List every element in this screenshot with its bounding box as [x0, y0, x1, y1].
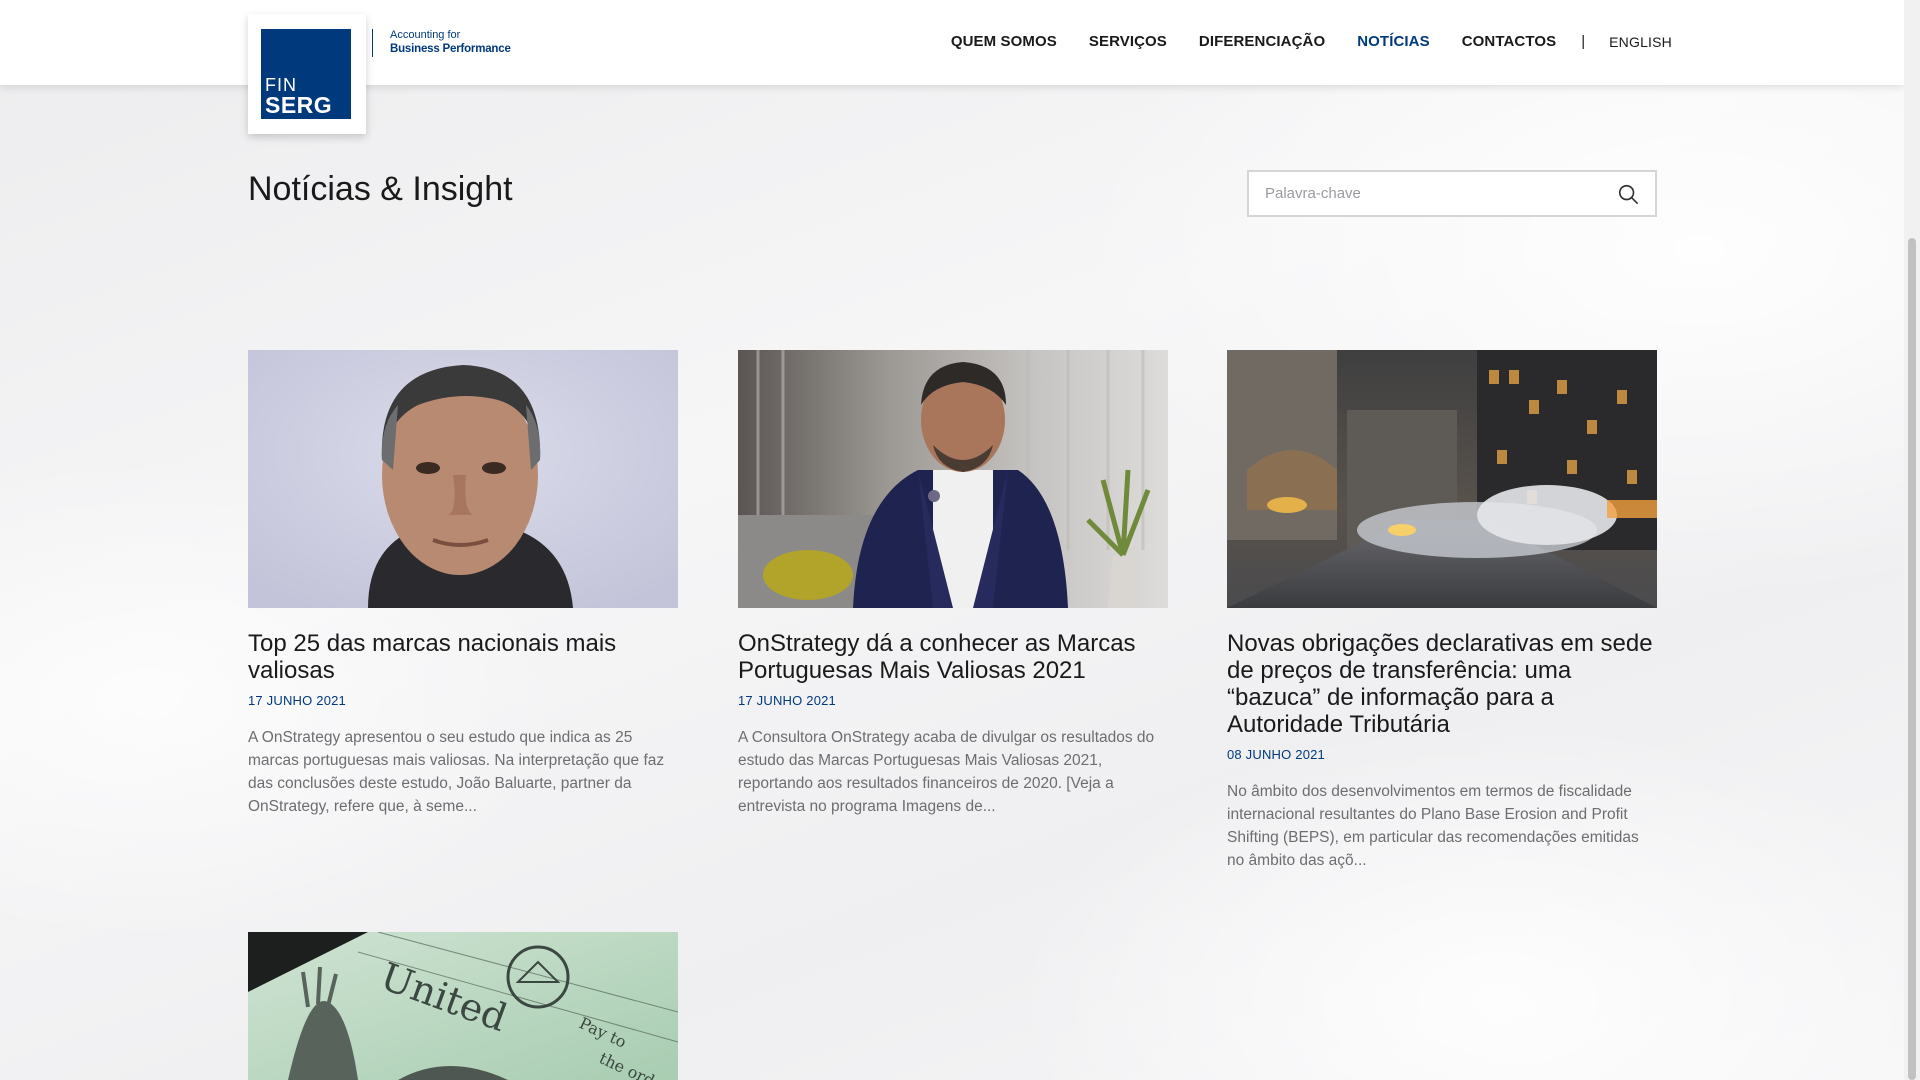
scrollbar-thumb[interactable] — [1908, 238, 1916, 1080]
article-image[interactable] — [738, 350, 1168, 608]
page-scrollbar[interactable] — [1904, 0, 1920, 1080]
article-excerpt: A OnStrategy apresentou o seu estudo que… — [248, 729, 665, 815]
brand-tagline: Accounting for Business Performance — [372, 29, 511, 57]
page-title: Notícias & Insight — [248, 170, 513, 208]
article-image[interactable] — [1227, 350, 1657, 608]
nav-item-contactos[interactable]: CONTACTOS — [1462, 33, 1557, 50]
main-nav: QUEM SOMOS SERVIÇOS DIFERENCIAÇÃO NOTÍCI… — [919, 33, 1672, 50]
article-image[interactable] — [248, 350, 678, 608]
article-date: 17 JUNHO 2021 — [248, 693, 346, 708]
tagline-line2: Business Performance — [390, 43, 511, 55]
article-card[interactable]: Novas obrigações declarativas em sede de… — [1227, 350, 1657, 872]
language-switch[interactable]: ENGLISH — [1609, 34, 1672, 50]
nav-item-servicos[interactable]: SERVIÇOS — [1089, 33, 1167, 50]
article-date: 08 JUNHO 2021 — [1227, 747, 1325, 762]
main-content: Notícias & Insight Palavra-chave Top 25 … — [0, 0, 1920, 1080]
article-image[interactable]: United Pay to the order of — [248, 932, 678, 1080]
nav-item-noticias[interactable]: NOTÍCIAS — [1357, 33, 1429, 50]
article-excerpt: A Consultora OnStrategy acaba de divulga… — [738, 729, 1155, 815]
article-card[interactable]: Top 25 das marcas nacionais mais valiosa… — [248, 350, 678, 818]
nav-item-diferenciacao[interactable]: DIFERENCIAÇÃO — [1199, 33, 1325, 50]
article-card[interactable]: OnStrategy dá a conhecer as Marcas Portu… — [738, 350, 1168, 818]
article-card[interactable]: United Pay to the order of — [248, 932, 678, 1080]
nav-item-quem-somos[interactable]: QUEM SOMOS — [951, 33, 1057, 50]
tagline-line1: Accounting for — [390, 29, 461, 41]
article-title[interactable]: Novas obrigações declarativas em sede de… — [1227, 630, 1657, 738]
logo-mark: FIN SERG — [261, 29, 351, 119]
nav-separator: | — [1581, 33, 1586, 50]
search-input[interactable] — [1249, 172, 1609, 215]
article-date: 17 JUNHO 2021 — [738, 693, 836, 708]
site-logo[interactable]: FIN SERG — [248, 14, 366, 134]
logo-text-bottom: SERG — [265, 92, 333, 118]
article-title[interactable]: OnStrategy dá a conhecer as Marcas Portu… — [738, 630, 1168, 684]
search-icon[interactable] — [1617, 183, 1639, 205]
article-excerpt: No âmbito dos desenvolvimentos em termos… — [1227, 783, 1639, 869]
search-box — [1247, 170, 1657, 217]
article-title[interactable]: Top 25 das marcas nacionais mais valiosa… — [248, 630, 678, 684]
